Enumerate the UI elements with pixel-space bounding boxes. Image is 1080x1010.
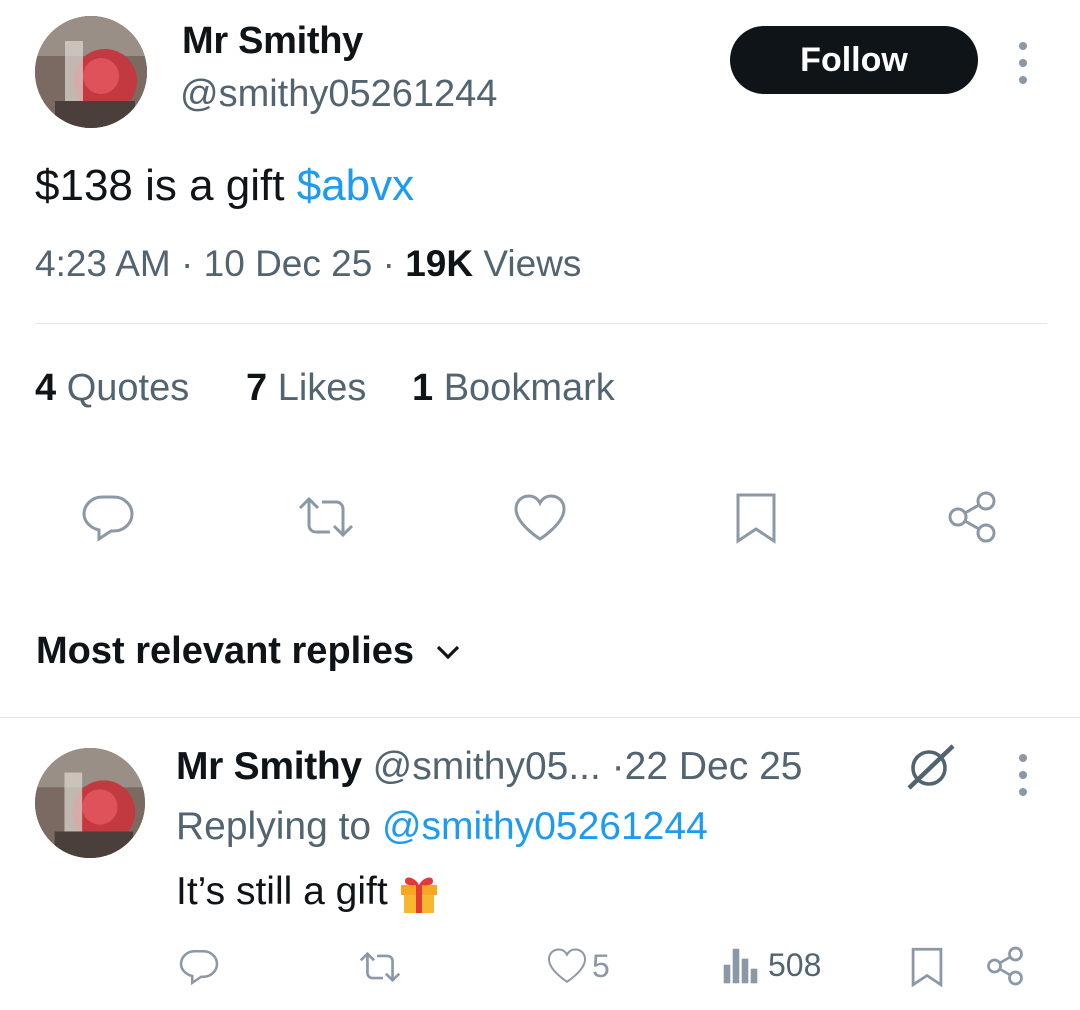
divider: [35, 323, 1047, 324]
reply-avatar[interactable]: [35, 748, 145, 858]
author-handle[interactable]: @smithy05261244: [180, 73, 497, 116]
tweet-text: $138 is a gift $abvx: [35, 161, 414, 211]
reply-date[interactable]: 22 Dec 25: [625, 745, 803, 788]
reply-share-icon[interactable]: [984, 945, 1026, 992]
author-name[interactable]: Mr Smithy: [182, 20, 363, 63]
tweet-text-plain: $138 is a gift: [35, 161, 297, 210]
quotes-label: Quotes: [66, 367, 190, 409]
replying-to-handle[interactable]: @smithy05261244: [382, 805, 708, 848]
likes-stat[interactable]: 7 Likes: [246, 367, 366, 410]
tweet-time[interactable]: 4:23 AM: [35, 243, 171, 284]
reply-reply-icon[interactable]: [178, 948, 220, 991]
reply-views-button[interactable]: 508: [722, 946, 821, 984]
meta-separator: ·: [382, 243, 395, 284]
heart-icon[interactable]: [512, 493, 568, 548]
reply-author-handle[interactable]: @smithy05...: [373, 745, 601, 788]
reply-more-icon[interactable]: [1019, 754, 1027, 796]
tweet-meta: 4:23 AM · 10 Dec 25 · 19K Views: [35, 243, 581, 285]
replies-sort-dropdown[interactable]: Most relevant replies: [36, 630, 462, 673]
cashtag-link[interactable]: $abvx: [297, 161, 414, 210]
chevron-down-icon: [436, 645, 460, 659]
reply-icon[interactable]: [80, 493, 136, 548]
views-count: 19K: [405, 243, 474, 284]
bookmarks-stat[interactable]: 1 Bookmark: [412, 367, 615, 410]
reply-author-name[interactable]: Mr Smithy: [176, 745, 362, 788]
reply-views-count: 508: [768, 946, 822, 983]
follow-button[interactable]: Follow: [730, 26, 978, 94]
reply-like-count: 5: [592, 947, 610, 984]
reply-bookmark-icon[interactable]: [910, 946, 944, 993]
reply-text-content: It’s still a gift: [176, 870, 388, 913]
more-icon[interactable]: [1019, 42, 1027, 84]
reply-retweet-icon[interactable]: [357, 950, 403, 989]
quotes-count: 4: [35, 367, 57, 409]
likes-count: 7: [246, 367, 268, 409]
sort-label: Most relevant replies: [36, 630, 415, 672]
reply-text: It’s still a gift: [176, 869, 442, 915]
heart-icon: [548, 948, 586, 983]
bookmarks-count: 1: [412, 367, 434, 409]
replying-to-label: Replying to: [176, 805, 372, 848]
views-icon: [723, 948, 758, 984]
replying-to: Replying to @smithy05261244: [176, 805, 708, 849]
bookmarks-label: Bookmark: [443, 367, 615, 409]
views-label: Views: [483, 243, 582, 284]
tweet-date[interactable]: 10 Dec 25: [204, 243, 373, 284]
reply-header: Mr Smithy @smithy05... ·22 Dec 25: [176, 745, 802, 789]
grok-icon[interactable]: [903, 742, 959, 797]
reply-separator: ·: [611, 745, 625, 788]
divider: [0, 717, 1080, 718]
quotes-stat[interactable]: 4 Quotes: [35, 367, 189, 410]
bookmark-icon[interactable]: [734, 491, 778, 550]
author-avatar[interactable]: [35, 16, 147, 128]
gift-icon: [400, 877, 437, 913]
meta-separator: ·: [181, 243, 194, 284]
retweet-icon[interactable]: [296, 494, 356, 545]
share-icon[interactable]: [944, 490, 1000, 549]
reply-like-button[interactable]: 5: [546, 947, 610, 985]
likes-label: Likes: [277, 367, 367, 409]
